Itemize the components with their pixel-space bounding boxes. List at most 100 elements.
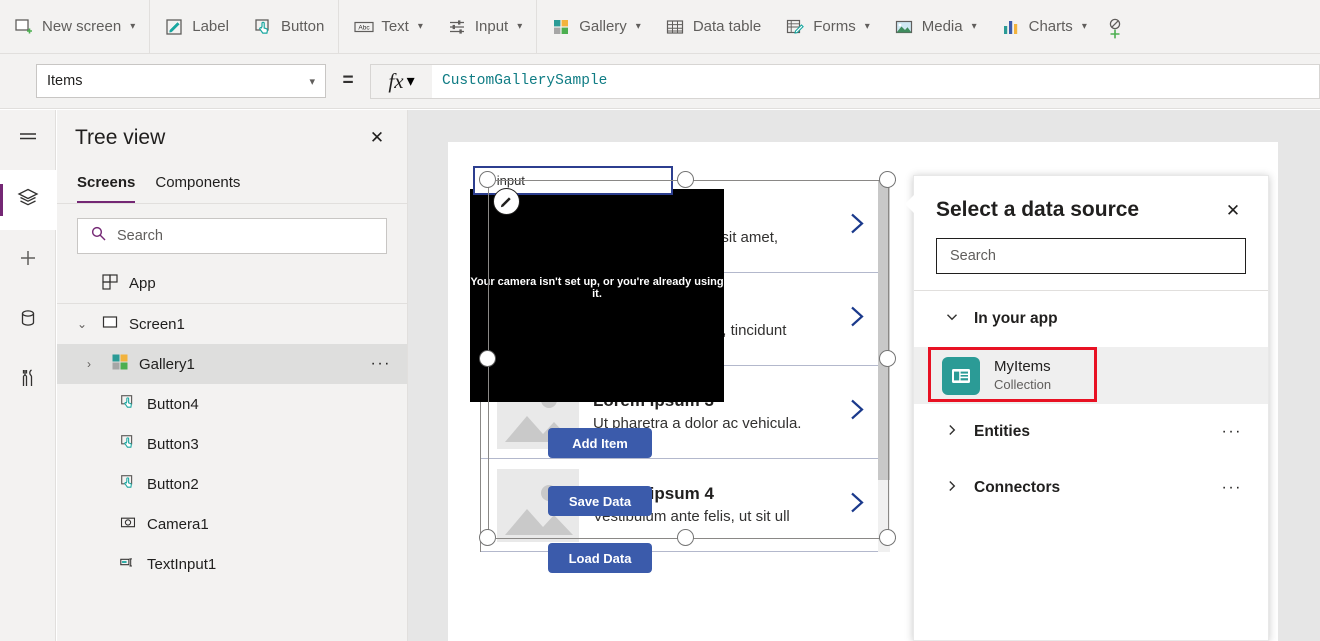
top-toolbar: New screen ▾ Label Button Abc Text ▾ xyxy=(0,0,1320,54)
toolbar-text-menu[interactable]: Abc Text ▾ xyxy=(341,0,435,54)
rail-tools-button[interactable] xyxy=(0,350,56,410)
rail-insert-button[interactable] xyxy=(0,230,56,290)
tree-view-panel: Tree view ✕ Screens Components Search Ap… xyxy=(57,110,408,641)
property-selector-value: Items xyxy=(47,73,82,89)
data-source-group-label: Connectors xyxy=(974,479,1060,497)
data-source-item-name: MyItems xyxy=(994,358,1051,377)
fx-button[interactable]: fx ▾ xyxy=(370,64,432,99)
forms-icon xyxy=(785,17,805,37)
data-source-group-label: Entities xyxy=(974,423,1030,441)
search-input[interactable]: Search xyxy=(77,218,387,254)
chevron-right-icon[interactable] xyxy=(846,303,868,336)
data-source-header: Select a data source ✕ xyxy=(914,176,1268,224)
gallery-row[interactable]: Lorem ipsum 4 Vestibulum ante felis, ut … xyxy=(481,459,890,552)
chevron-right-icon[interactable] xyxy=(846,396,868,429)
toolbar-group-text-input: Abc Text ▾ Input ▾ xyxy=(339,0,536,54)
save-data-button[interactable]: Save Data xyxy=(548,486,652,516)
media-icon xyxy=(894,17,914,37)
rail-menu-button[interactable] xyxy=(0,110,56,170)
toolbar-gallery-menu[interactable]: Gallery ▾ xyxy=(539,0,653,54)
collection-icon xyxy=(942,357,980,395)
chevron-right-icon[interactable] xyxy=(846,489,868,522)
toolbar-input-menu[interactable]: Input ▾ xyxy=(435,0,534,54)
connectors-more-button[interactable]: ··· xyxy=(1222,479,1242,497)
data-source-group-in-your-app[interactable]: In your app xyxy=(914,291,1268,347)
button-icon xyxy=(119,473,137,495)
chevron-down-icon: ▾ xyxy=(1082,21,1087,32)
button-icon xyxy=(119,393,137,415)
data-source-panel: Select a data source ✕ Search In your ap… xyxy=(913,175,1269,641)
tree-item-button4[interactable]: Button4 xyxy=(57,384,407,424)
gallery-icon xyxy=(551,17,571,37)
tree-item-button3[interactable]: Button3 xyxy=(57,424,407,464)
chevron-right-icon[interactable] xyxy=(944,478,960,499)
tree-item-button3-label: Button3 xyxy=(147,436,199,453)
new-screen-icon xyxy=(14,17,34,37)
tree-view-header: Tree view ✕ xyxy=(57,110,407,166)
property-selector[interactable]: Items ▾ xyxy=(36,64,326,98)
chevron-down-icon: ▾ xyxy=(418,21,423,32)
close-icon[interactable]: ✕ xyxy=(363,124,391,152)
rail-data-button[interactable] xyxy=(0,290,56,350)
tree-item-app[interactable]: App xyxy=(57,264,407,304)
tab-screens[interactable]: Screens xyxy=(77,166,135,203)
tree-item-camera1[interactable]: Camera1 xyxy=(57,504,407,544)
toolbar-media-menu[interactable]: Media ▾ xyxy=(882,0,989,54)
toolbar-new-screen-button[interactable]: New screen ▾ xyxy=(2,0,147,54)
layers-icon xyxy=(16,186,40,215)
chevron-right-icon[interactable]: › xyxy=(87,357,101,371)
tree-item-button2-label: Button2 xyxy=(147,476,199,493)
chevron-down-icon[interactable]: ⌄ xyxy=(77,317,91,331)
formula-input[interactable]: CustomGallerySample xyxy=(432,64,1320,99)
data-source-group-entities[interactable]: Entities ··· xyxy=(914,404,1268,460)
tree-item-button2[interactable]: Button2 xyxy=(57,464,407,504)
text-icon: Abc xyxy=(353,17,373,37)
data-source-search-wrapper: Search xyxy=(914,224,1268,290)
tools-icon xyxy=(16,366,40,395)
tree-view-tabs: Screens Components xyxy=(57,166,407,204)
data-source-item-myitems[interactable]: MyItems Collection xyxy=(914,347,1268,404)
tree-item-more-button[interactable]: ··· xyxy=(371,355,391,373)
database-icon xyxy=(16,306,40,335)
tree-item-camera1-label: Camera1 xyxy=(147,516,209,533)
toolbar-charts-menu[interactable]: Charts ▾ xyxy=(989,0,1099,54)
gallery-scrollbar-thumb[interactable] xyxy=(878,180,890,480)
data-table-icon xyxy=(665,17,685,37)
text-input-control[interactable]: xt input xyxy=(473,166,673,195)
toolbar-label-button[interactable]: Label xyxy=(152,0,241,54)
tree-item-textinput1[interactable]: TextInput1 xyxy=(57,544,407,584)
chevron-right-icon[interactable] xyxy=(846,210,868,243)
entities-more-button[interactable]: ··· xyxy=(1222,423,1242,441)
chevron-down-icon[interactable] xyxy=(944,309,960,330)
gallery-icon xyxy=(111,353,129,375)
data-source-item-text: MyItems Collection xyxy=(994,358,1051,393)
tree-item-gallery1[interactable]: › Gallery1 ··· xyxy=(57,344,407,384)
gallery-scrollbar[interactable] xyxy=(878,180,890,552)
toolbar-label-text: Label xyxy=(192,18,229,35)
toolbar-input-label: Input xyxy=(475,18,508,35)
camera-control[interactable]: Your camera isn't set up, or you're alre… xyxy=(470,189,724,402)
toolbar-forms-menu[interactable]: Forms ▾ xyxy=(773,0,882,54)
tab-components[interactable]: Components xyxy=(155,166,240,203)
tree-item-screen1-label: Screen1 xyxy=(129,316,185,333)
add-item-button[interactable]: Add Item xyxy=(548,428,652,458)
data-source-group-connectors[interactable]: Connectors ··· xyxy=(914,460,1268,516)
toolbar-data-table-button[interactable]: Data table xyxy=(653,0,773,54)
text-input-icon xyxy=(119,553,137,575)
load-data-button[interactable]: Load Data xyxy=(548,543,652,573)
rail-tree-view-button[interactable] xyxy=(0,170,56,230)
toolbar-group-screens: New screen ▾ xyxy=(0,0,149,54)
toolbar-button-button[interactable]: Button xyxy=(241,0,336,54)
toolbar-icons-add-button[interactable] xyxy=(1099,0,1131,54)
panel-pointer xyxy=(905,194,915,214)
tree-item-screen1[interactable]: ⌄ Screen1 xyxy=(57,304,407,344)
toolbar-button-text: Button xyxy=(281,18,324,35)
label-icon xyxy=(164,17,184,37)
data-source-search-input[interactable]: Search xyxy=(936,238,1246,274)
close-icon[interactable]: ✕ xyxy=(1220,198,1246,224)
camera-icon xyxy=(119,513,137,535)
chevron-right-icon[interactable] xyxy=(944,422,960,443)
icons-add-icon xyxy=(1105,17,1125,37)
tree-item-gallery1-label: Gallery1 xyxy=(139,356,195,373)
tree-item-app-label: App xyxy=(129,275,156,292)
